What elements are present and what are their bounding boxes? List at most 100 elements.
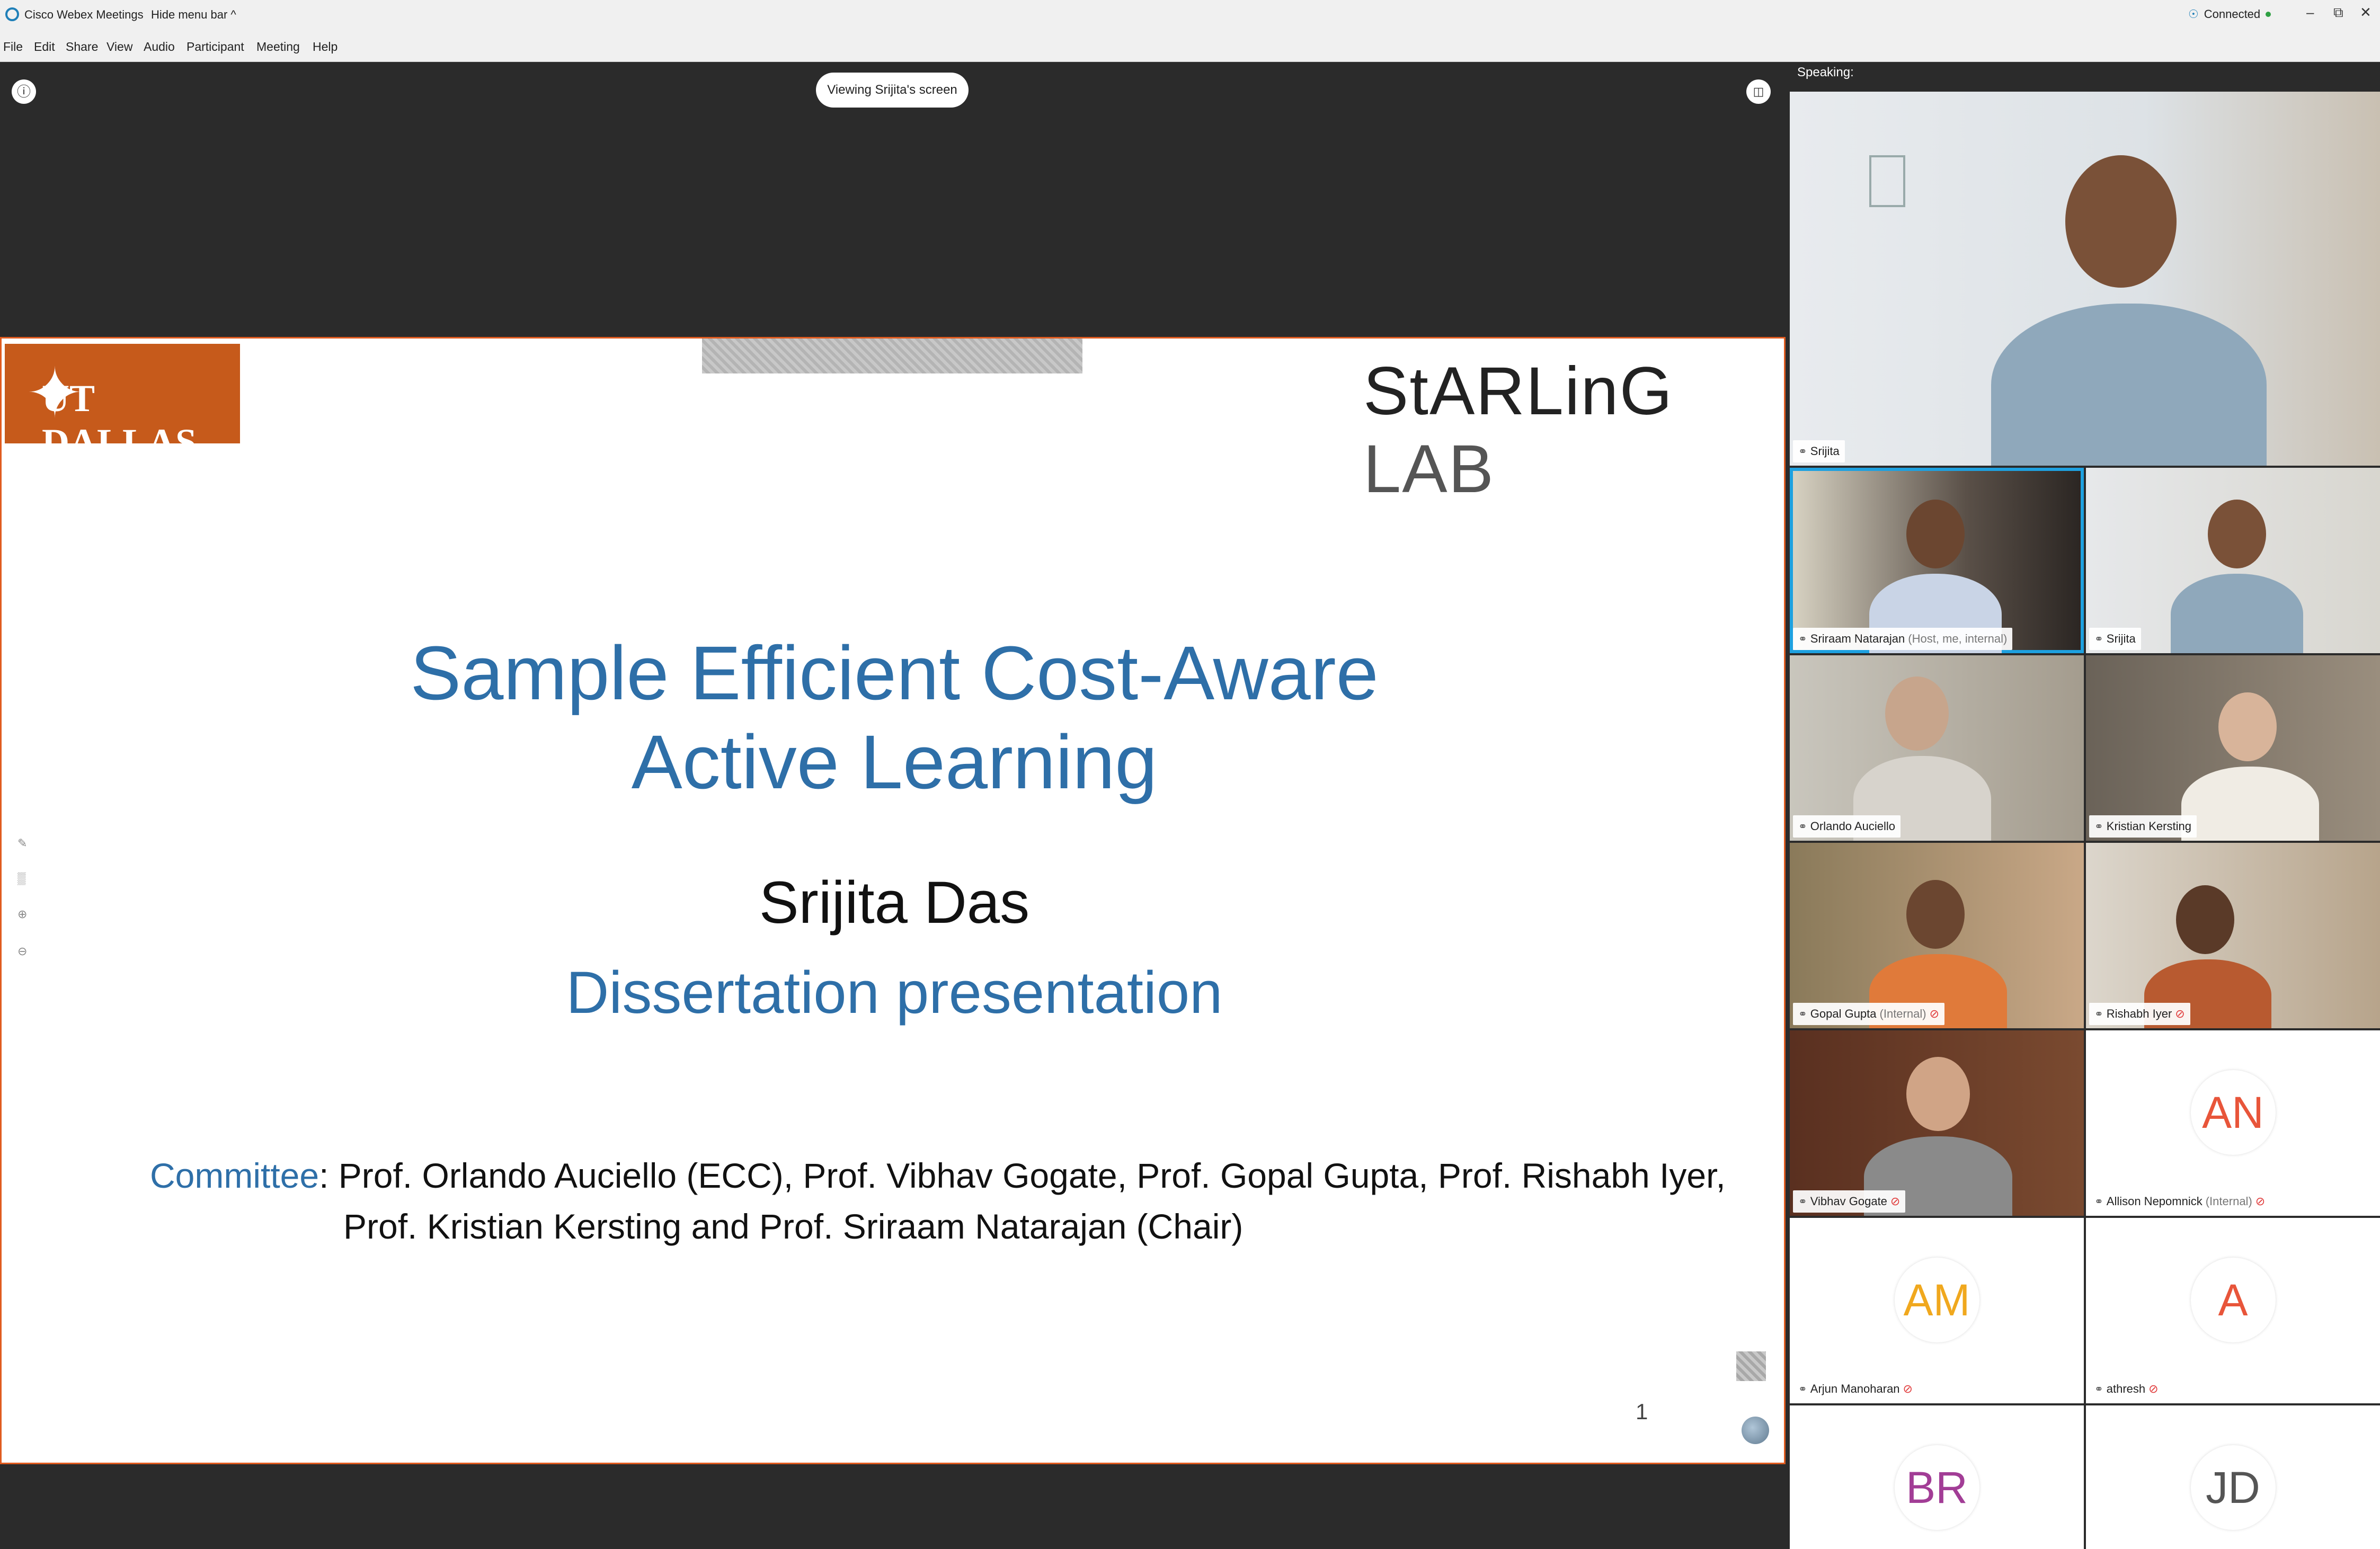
participant-tile-br[interactable]: BR xyxy=(1790,1405,2084,1549)
participant-label: ⚭ Sriraam Natarajan (Host, me, internal) xyxy=(1793,628,2013,650)
redacted-thumbnail xyxy=(1736,1351,1766,1381)
menu-audio[interactable]: Audio xyxy=(144,40,175,54)
participant-name: Srijita xyxy=(2106,632,2136,645)
participant-avatar: BR xyxy=(1894,1445,1979,1530)
starling-lab-logo: StARLinG LAB xyxy=(1363,352,1784,508)
audio-icon: ⚭ xyxy=(1798,1196,1807,1208)
menu-edit[interactable]: Edit xyxy=(34,40,55,54)
participant-body xyxy=(2171,574,2303,653)
participant-tile-kristian[interactable]: ⚭ Kristian Kersting xyxy=(2086,655,2380,841)
globe-icon xyxy=(1742,1417,1769,1444)
featured-person-head xyxy=(2065,155,2177,288)
webex-logo-icon xyxy=(5,7,19,21)
audio-icon: ⚭ xyxy=(1798,1383,1807,1395)
info-icon[interactable]: ⓘ xyxy=(12,79,36,104)
participant-tile-vibhav[interactable]: ⚭ Vibhav Gogate ⊘ xyxy=(1790,1030,2084,1216)
viewing-screen-label[interactable]: Viewing Srijita's screen xyxy=(816,73,969,108)
committee-line2: Prof. Kristian Kersting and Prof. Sriraa… xyxy=(343,1207,1244,1246)
presentation-slide: ✦ UT DALLAS StARLinG LAB Sample Efficien… xyxy=(0,337,1786,1464)
app-title: Cisco Webex Meetings xyxy=(24,8,144,21)
menu-view[interactable]: View xyxy=(106,40,132,54)
menu-share[interactable]: Share xyxy=(66,40,98,54)
participant-label: ⚭ Srijita xyxy=(2089,628,2141,650)
participant-label: ⚭ Kristian Kersting xyxy=(2089,815,2197,838)
participant-tile-sriraam[interactable]: ⚭ Sriraam Natarajan (Host, me, internal) xyxy=(1790,468,2084,653)
participant-head xyxy=(1906,1057,1970,1131)
audio-icon: ⚭ xyxy=(2094,1008,2103,1020)
speaking-label: Speaking: xyxy=(1797,65,1854,79)
audio-icon: ⚭ xyxy=(1798,821,1807,833)
participant-tile-gopal[interactable]: ⚭ Gopal Gupta (Internal) ⊘ xyxy=(1790,843,2084,1028)
menu-participant[interactable]: Participant xyxy=(187,40,244,54)
participant-tile-athresh[interactable]: A ⚭ athresh ⊘ xyxy=(2086,1218,2380,1403)
committee-label: Committee xyxy=(150,1156,319,1195)
slide-subtitle: Dissertation presentation xyxy=(566,959,1223,1026)
slide-title-line1: Sample Efficient Cost-Aware xyxy=(410,630,1379,716)
participant-name: Gopal Gupta xyxy=(1810,1007,1877,1020)
menu-meeting[interactable]: Meeting xyxy=(256,40,300,54)
zoom-in-icon[interactable]: ⊕ xyxy=(17,907,27,921)
background-fixture xyxy=(1869,155,1905,207)
participant-name: Vibhav Gogate xyxy=(1810,1195,1887,1208)
close-button[interactable]: ✕ xyxy=(2360,4,2372,21)
featured-name-label: ⚭ Srijita xyxy=(1793,440,1845,462)
muted-mic-icon: ⊘ xyxy=(2255,1195,2266,1208)
audio-icon: ⚭ xyxy=(1798,1008,1807,1020)
participant-tile-orlando[interactable]: ⚭ Orlando Auciello xyxy=(1790,655,2084,841)
participant-role: (Host, me, internal) xyxy=(1908,632,2008,645)
participant-label: ⚭ Vibhav Gogate ⊘ xyxy=(1793,1190,1906,1213)
participant-head xyxy=(2176,885,2234,954)
participant-role: (Internal) xyxy=(2205,1195,2252,1208)
audio-icon: ⚭ xyxy=(2094,633,2103,645)
participant-avatar: AM xyxy=(1894,1258,1979,1342)
participant-label: ⚭ Orlando Auciello xyxy=(1793,815,1901,838)
ut-dallas-logo: ✦ UT DALLAS xyxy=(5,344,240,464)
audio-icon: ⚭ xyxy=(2094,1196,2103,1208)
participant-avatar: JD xyxy=(2190,1445,2276,1530)
committee-line1: : Prof. Orlando Auciello (ECC), Prof. Vi… xyxy=(319,1156,1726,1195)
participant-avatar: A xyxy=(2190,1258,2276,1342)
ut-dallas-logo-text: UT DALLAS xyxy=(42,377,197,464)
lab-logo-text: LAB xyxy=(1363,431,1495,507)
audio-icon: ⚭ xyxy=(1798,633,1807,645)
connection-dot-icon xyxy=(2266,12,2271,17)
connection-status[interactable]: ☉ Connected xyxy=(2188,7,2271,21)
starling-logo-text: StARLinG xyxy=(1363,353,1674,429)
participant-avatar: AN xyxy=(2190,1070,2276,1155)
participant-tile-jd[interactable]: JD xyxy=(2086,1405,2380,1549)
participant-tile-arjun[interactable]: AM ⚭ Arjun Manoharan ⊘ xyxy=(1790,1218,2084,1403)
featured-person-body xyxy=(1991,304,2267,466)
annotate-pen-icon[interactable]: ✎ xyxy=(17,836,27,850)
participant-label: ⚭ athresh ⊘ xyxy=(2089,1378,2164,1400)
committee-block: Committee: Prof. Orlando Auciello (ECC),… xyxy=(150,1150,1726,1252)
featured-video-tile[interactable]: ⚭ Srijita xyxy=(1790,92,2380,466)
annotate-highlight-icon[interactable]: ▒ xyxy=(17,871,26,885)
participant-role: (Internal) xyxy=(1879,1007,1926,1020)
participant-tile-rishabh[interactable]: ⚭ Rishabh Iyer ⊘ xyxy=(2086,843,2380,1028)
participant-head xyxy=(1906,500,1965,568)
participant-head xyxy=(2208,500,2266,568)
menu-help[interactable]: Help xyxy=(313,40,338,54)
restore-button[interactable]: ⧉ xyxy=(2333,4,2343,21)
participant-body xyxy=(2181,767,2319,841)
muted-mic-icon: ⊘ xyxy=(2175,1007,2185,1020)
participant-name: Rishabh Iyer xyxy=(2106,1007,2172,1020)
participant-name: Sriraam Natarajan xyxy=(1810,632,1905,645)
participant-head xyxy=(1906,880,1965,949)
participant-label: ⚭ Allison Nepomnick (Internal) ⊘ xyxy=(2089,1190,2271,1213)
participants-panel: Speaking: ⚭ Srijita ⚭ Sriraam Natarajan (H… xyxy=(1790,62,2380,1549)
redacted-region xyxy=(702,339,1082,373)
audio-icon: ⚭ xyxy=(2094,821,2103,833)
participant-tile-srijita[interactable]: ⚭ Srijita xyxy=(2086,468,2380,653)
expand-panel-icon[interactable]: ◫ xyxy=(1746,79,1771,104)
hide-menu-bar-button[interactable]: Hide menu bar ^ xyxy=(151,8,236,22)
zoom-out-icon[interactable]: ⊖ xyxy=(17,945,27,958)
slide-page-number: 1 xyxy=(1636,1399,1648,1424)
slide-title-line2: Active Learning xyxy=(631,719,1158,805)
audio-icon: ⚭ xyxy=(2094,1383,2103,1395)
participant-tile-allison[interactable]: AN ⚭ Allison Nepomnick (Internal) ⊘ xyxy=(2086,1030,2380,1216)
participant-name: Orlando Auciello xyxy=(1810,820,1895,833)
participant-label: ⚭ Gopal Gupta (Internal) ⊘ xyxy=(1793,1003,1944,1025)
minimize-button[interactable]: – xyxy=(2306,4,2314,21)
menu-file[interactable]: File xyxy=(3,40,23,54)
